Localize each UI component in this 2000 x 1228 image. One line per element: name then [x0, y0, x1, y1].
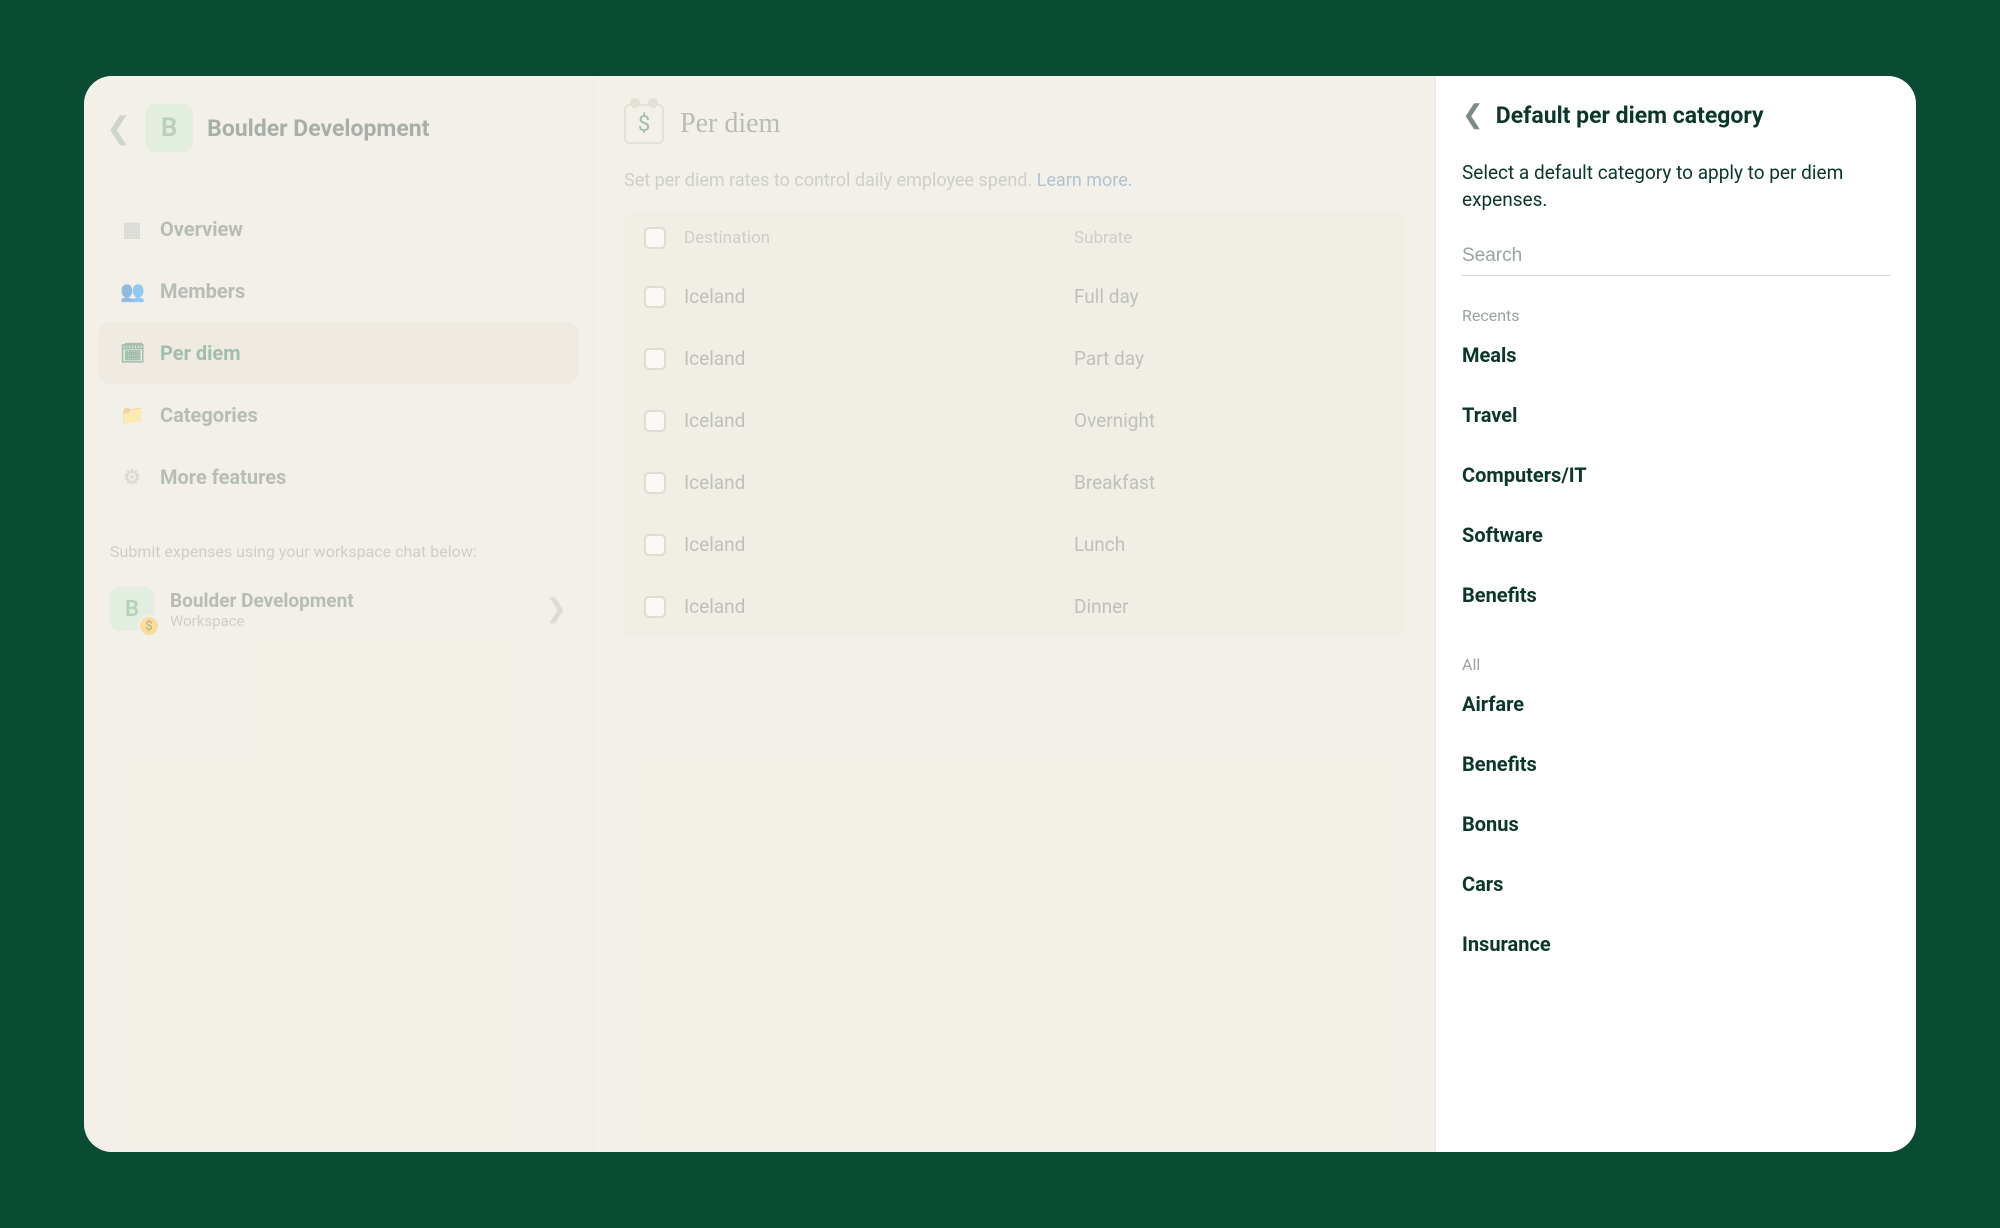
back-icon[interactable]: ❮	[1462, 100, 1484, 130]
page-description: Set per diem rates to control daily empl…	[624, 170, 1405, 191]
table-row[interactable]: IcelandLunch	[624, 513, 1405, 575]
recents-list: MealsTravelComputers/ITSoftwareBenefits	[1462, 325, 1890, 625]
calendar-icon: $	[624, 104, 664, 144]
column-header-destination: Destination	[684, 228, 1074, 248]
sidebar-item-overview[interactable]: ▦ Overview	[98, 198, 579, 260]
row-checkbox[interactable]	[644, 596, 666, 618]
row-checkbox[interactable]	[644, 472, 666, 494]
category-item[interactable]: Computers/IT	[1462, 445, 1890, 505]
workspace-chat-title: Boulder Development	[170, 589, 354, 612]
category-item[interactable]: Insurance	[1462, 914, 1890, 974]
category-item[interactable]: Airfare	[1462, 674, 1890, 734]
category-item[interactable]: Benefits	[1462, 734, 1890, 794]
chevron-right-icon: ❯	[545, 594, 567, 624]
workspace-chat-row[interactable]: B $ Boulder Development Workspace ❯	[98, 581, 579, 637]
workspace-header: ❮ B Boulder Development	[98, 100, 579, 170]
table-header-row: Destination Subrate	[624, 211, 1405, 265]
cell-subrate: Dinner	[1074, 595, 1385, 618]
search-input[interactable]	[1462, 237, 1890, 276]
cell-subrate: Breakfast	[1074, 471, 1385, 494]
right-panel: ❮ Default per diem category Select a def…	[1436, 76, 1916, 1152]
sidebar-item-members[interactable]: 👥 Members	[98, 260, 579, 322]
table-row[interactable]: IcelandBreakfast	[624, 451, 1405, 513]
category-item[interactable]: Benefits	[1462, 565, 1890, 625]
cell-destination: Iceland	[684, 285, 1074, 308]
row-checkbox[interactable]	[644, 286, 666, 308]
category-item[interactable]: Software	[1462, 505, 1890, 565]
column-header-subrate: Subrate	[1074, 228, 1385, 248]
right-panel-header: ❮ Default per diem category	[1462, 100, 1890, 130]
sidebar-item-categories[interactable]: 📁 Categories	[98, 384, 579, 446]
workspace-chat-avatar: B $	[110, 587, 154, 631]
right-panel-title: Default per diem category	[1496, 102, 1764, 129]
sidebar-item-label: Overview	[160, 217, 243, 241]
cell-subrate: Part day	[1074, 347, 1385, 370]
cell-destination: Iceland	[684, 471, 1074, 494]
row-checkbox[interactable]	[644, 410, 666, 432]
page-description-text: Set per diem rates to control daily empl…	[624, 170, 1037, 191]
sidebar-item-label: Per diem	[160, 341, 241, 365]
cell-destination: Iceland	[684, 533, 1074, 556]
main-content: $ Per diem Set per diem rates to control…	[594, 76, 1436, 1152]
back-icon[interactable]: ❮	[106, 111, 131, 146]
members-icon: 👥	[120, 279, 144, 303]
workspace-avatar: B	[145, 104, 193, 152]
sidebar-item-label: Members	[160, 279, 245, 303]
sidebar-item-label: Categories	[160, 403, 258, 427]
sidebar: ❮ B Boulder Development ▦ Overview 👥 Mem…	[84, 76, 594, 1152]
cell-destination: Iceland	[684, 347, 1074, 370]
right-panel-description: Select a default category to apply to pe…	[1462, 160, 1890, 213]
row-checkbox[interactable]	[644, 348, 666, 370]
cell-destination: Iceland	[684, 409, 1074, 432]
overview-icon: ▦	[120, 217, 144, 241]
workspace-chat-left: B $ Boulder Development Workspace	[110, 587, 354, 631]
sidebar-hint: Submit expenses using your workspace cha…	[98, 542, 579, 561]
workspace-chat-avatar-letter: B	[125, 597, 139, 622]
learn-more-link[interactable]: Learn more.	[1037, 170, 1133, 191]
main-header: $ Per diem	[624, 104, 1405, 144]
coin-badge-icon: $	[138, 615, 160, 637]
category-item[interactable]: Bonus	[1462, 794, 1890, 854]
select-all-checkbox[interactable]	[644, 227, 666, 249]
all-label: All	[1462, 655, 1890, 674]
per-diem-icon: 🗓	[120, 341, 144, 365]
cell-destination: Iceland	[684, 595, 1074, 618]
row-checkbox[interactable]	[644, 534, 666, 556]
workspace-chat-subtitle: Workspace	[170, 612, 354, 630]
category-item[interactable]: Travel	[1462, 385, 1890, 445]
gear-icon: ⚙	[120, 465, 144, 489]
category-item[interactable]: Cars	[1462, 854, 1890, 914]
table-row[interactable]: IcelandDinner	[624, 575, 1405, 637]
all-list: AirfareBenefitsBonusCarsInsurance	[1462, 674, 1890, 974]
sidebar-item-more-features[interactable]: ⚙ More features	[98, 446, 579, 508]
app-window: ❮ B Boulder Development ▦ Overview 👥 Mem…	[84, 76, 1916, 1152]
workspace-name: Boulder Development	[207, 115, 429, 142]
page-title: Per diem	[680, 108, 780, 140]
category-item[interactable]: Meals	[1462, 325, 1890, 385]
sidebar-item-per-diem[interactable]: 🗓 Per diem	[98, 322, 579, 384]
table-row[interactable]: IcelandPart day	[624, 327, 1405, 389]
table-row[interactable]: IcelandFull day	[624, 265, 1405, 327]
per-diem-table: Destination Subrate IcelandFull dayIcela…	[624, 211, 1405, 637]
table-row[interactable]: IcelandOvernight	[624, 389, 1405, 451]
folder-icon: 📁	[120, 403, 144, 427]
cell-subrate: Lunch	[1074, 533, 1385, 556]
cell-subrate: Overnight	[1074, 409, 1385, 432]
sidebar-item-label: More features	[160, 465, 286, 489]
sidebar-nav: ▦ Overview 👥 Members 🗓 Per diem 📁 Catego…	[98, 198, 579, 508]
recents-label: Recents	[1462, 306, 1890, 325]
cell-subrate: Full day	[1074, 285, 1385, 308]
